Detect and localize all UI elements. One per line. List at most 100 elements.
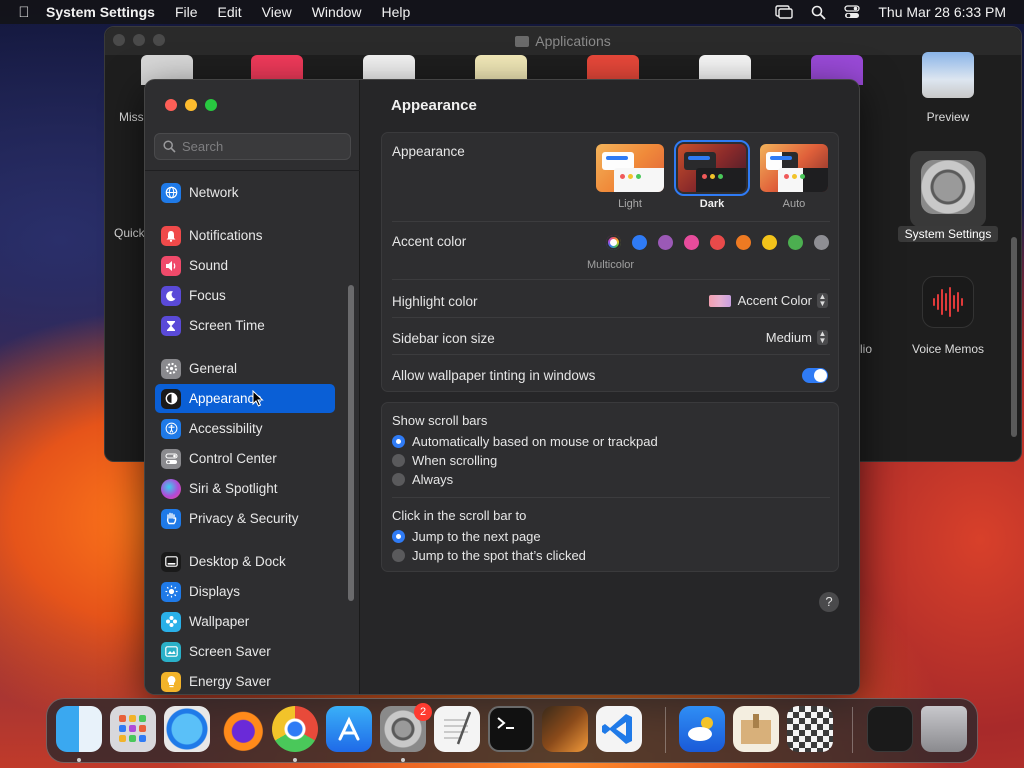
weather-icon[interactable] — [679, 706, 725, 752]
speaker-icon — [161, 255, 181, 276]
click-scroll-option-next-page[interactable]: Jump to the next page — [392, 529, 541, 544]
vscode-icon[interactable] — [596, 706, 642, 752]
sidebar-search[interactable] — [154, 133, 351, 160]
sidebar-item-general[interactable]: General — [155, 354, 335, 383]
menu-help[interactable]: Help — [382, 4, 411, 20]
scroll-bars-option-always[interactable]: Always — [392, 472, 453, 487]
terminal-icon[interactable] — [488, 706, 534, 752]
voice-memos-app-icon[interactable] — [922, 276, 974, 328]
scroll-bars-option-when-scrolling[interactable]: When scrolling — [392, 453, 497, 468]
menu-window[interactable]: Window — [312, 4, 362, 20]
preview-app-icon[interactable] — [922, 52, 974, 98]
sidebar-scrollbar[interactable] — [348, 285, 354, 601]
spotlight-search-icon[interactable] — [811, 5, 827, 20]
chrome-icon[interactable] — [272, 706, 318, 752]
window-controls — [165, 99, 225, 111]
textedit-icon[interactable] — [434, 706, 480, 752]
click-scroll-option-spot-clicked[interactable]: Jump to the spot that’s clicked — [392, 548, 586, 563]
flower-icon — [161, 611, 181, 632]
sidebar-item-screen-time[interactable]: Screen Time — [155, 311, 335, 340]
sidebar-item-wallpaper[interactable]: Wallpaper — [155, 607, 335, 636]
scroll-bars-option-automatic[interactable]: Automatically based on mouse or trackpad — [392, 434, 658, 449]
screen-mirroring-icon[interactable] — [775, 5, 794, 19]
accent-red-swatch[interactable] — [710, 235, 725, 250]
zoom-window-button[interactable] — [205, 99, 217, 111]
appearance-option-auto[interactable] — [760, 144, 828, 192]
menu-file[interactable]: File — [175, 4, 198, 20]
control-center-icon — [161, 448, 181, 469]
sidebar-item-sound[interactable]: Sound — [155, 251, 335, 280]
finder-label-system-settings[interactable]: System Settings — [898, 226, 998, 242]
sidebar-item-appearance[interactable]: Appearance — [155, 384, 335, 413]
chess-icon[interactable] — [787, 706, 833, 752]
sidebar-item-screen-saver[interactable]: Screen Saver — [155, 637, 335, 666]
finder-icon[interactable] — [56, 706, 102, 752]
accent-multicolor-swatch[interactable] — [606, 235, 621, 250]
highlight-color-swatch — [708, 294, 731, 307]
hourglass-icon — [161, 315, 181, 336]
accent-blue-swatch[interactable] — [632, 235, 647, 250]
sidebar-item-desktop-dock[interactable]: Desktop & Dock — [155, 547, 335, 576]
help-button[interactable]: ? — [819, 592, 839, 612]
sidebar-item-notifications[interactable]: Notifications — [155, 221, 335, 250]
firefox-icon[interactable] — [218, 706, 264, 752]
menu-app-name[interactable]: System Settings — [46, 4, 155, 20]
archive-icon[interactable] — [733, 706, 779, 752]
settings-content: Appearance Appearance Light Dark Auto Ac… — [361, 80, 859, 694]
launchpad-icon[interactable] — [110, 706, 156, 752]
app-store-icon[interactable] — [326, 706, 372, 752]
accent-yellow-swatch[interactable] — [762, 235, 777, 250]
radio-button-selected[interactable] — [392, 435, 405, 448]
highlight-color-label: Highlight color — [392, 294, 478, 309]
sidebar-item-siri-spotlight[interactable]: Siri & Spotlight — [155, 474, 335, 503]
trash-icon[interactable] — [921, 706, 967, 752]
appearance-option-light[interactable] — [596, 144, 664, 192]
accent-graphite-swatch[interactable] — [814, 235, 829, 250]
highlight-color-value: Accent Color — [737, 293, 812, 308]
row-divider — [392, 221, 830, 222]
bell-icon — [161, 225, 181, 246]
accent-purple-swatch[interactable] — [658, 235, 673, 250]
radio-button[interactable] — [392, 549, 405, 562]
sidebar-item-privacy-security[interactable]: Privacy & Security — [155, 504, 335, 533]
highlight-color-popup[interactable]: Accent Color ▲ ▼ — [708, 293, 828, 308]
control-center-icon[interactable] — [844, 5, 861, 19]
garageband-icon[interactable] — [542, 706, 588, 752]
window-stack-icon[interactable] — [867, 706, 913, 752]
accent-pink-swatch[interactable] — [684, 235, 699, 250]
radio-button-selected[interactable] — [392, 530, 405, 543]
sidebar-item-label: Desktop & Dock — [189, 554, 286, 569]
appearance-option-dark[interactable] — [674, 140, 750, 196]
apple-menu-icon[interactable]:  — [12, 4, 36, 21]
globe-icon — [161, 182, 181, 203]
sidebar-divider — [145, 170, 360, 171]
finder-label-mission-control: Miss — [119, 110, 144, 124]
system-settings-app-icon[interactable] — [921, 160, 975, 214]
sidebar-item-energy-saver[interactable]: Energy Saver — [155, 667, 335, 694]
finder-scrollbar[interactable] — [1011, 237, 1017, 437]
finder-label-audio: lio — [860, 342, 873, 356]
menubar-clock[interactable]: Thu Mar 28 6:33 PM — [878, 4, 1006, 20]
sidebar-item-network[interactable]: Network — [155, 178, 335, 207]
accent-green-swatch[interactable] — [788, 235, 803, 250]
radio-button[interactable] — [392, 454, 405, 467]
safari-icon[interactable] — [164, 706, 210, 752]
sidebar-item-displays[interactable]: Displays — [155, 577, 335, 606]
menu-view[interactable]: View — [262, 4, 292, 20]
sidebar-item-accessibility[interactable]: Accessibility — [155, 414, 335, 443]
appearance-option-auto-label: Auto — [782, 198, 806, 210]
sidebar-item-focus[interactable]: Focus — [155, 281, 335, 310]
click-scroll-bar-label: Click in the scroll bar to — [392, 508, 527, 523]
close-window-button[interactable] — [165, 99, 177, 111]
sidebar-item-control-center[interactable]: Control Center — [155, 444, 335, 473]
accent-orange-swatch[interactable] — [736, 235, 751, 250]
menu-edit[interactable]: Edit — [218, 4, 242, 20]
appearance-icon — [161, 388, 181, 409]
search-input[interactable] — [182, 139, 342, 154]
menu-bar:  System Settings File Edit View Window … — [0, 0, 1024, 24]
sidebar-item-label: Screen Saver — [189, 644, 271, 659]
radio-button[interactable] — [392, 473, 405, 486]
minimize-window-button[interactable] — [185, 99, 197, 111]
wallpaper-tinting-toggle[interactable] — [802, 368, 828, 383]
sidebar-icon-size-popup[interactable]: Medium ▲ ▼ — [766, 330, 828, 345]
